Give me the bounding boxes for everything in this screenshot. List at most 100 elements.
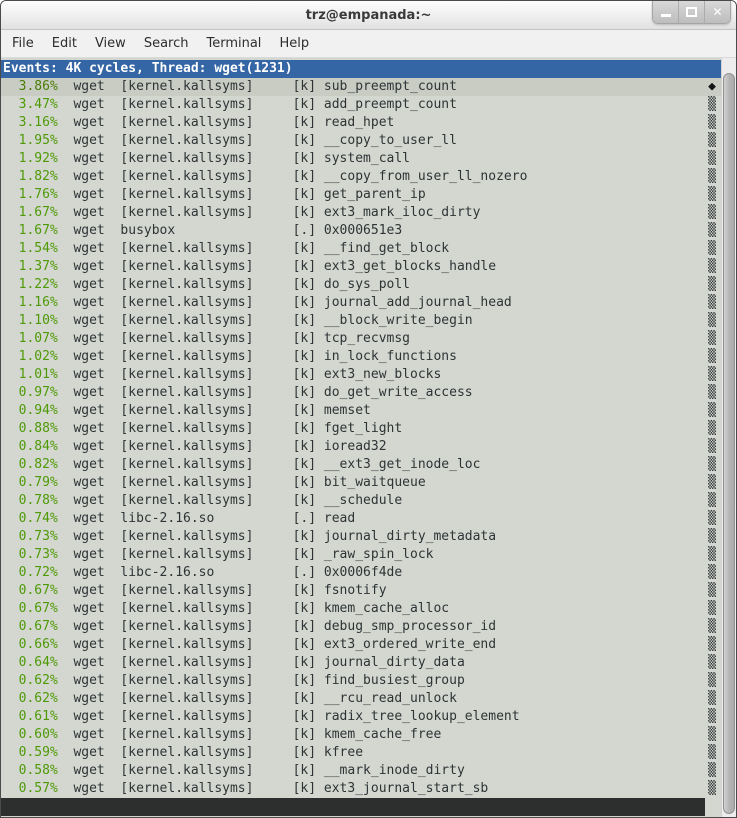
perf-row[interactable]: 0.62% wget [kernel.kallsyms] [k] __rcu_r… — [1, 690, 721, 708]
text-scrollbar-block-icon: ▒ — [708, 222, 716, 240]
row-text: wget [kernel.kallsyms] [k] fsnotify — [58, 583, 387, 598]
row-text: wget [kernel.kallsyms] [k] __rcu_read_un… — [58, 691, 457, 706]
text-scrollbar-block-icon: ▒ — [708, 456, 716, 474]
perf-row[interactable]: 0.67% wget [kernel.kallsyms] [k] kmem_ca… — [1, 600, 721, 618]
perf-row[interactable]: 0.60% wget [kernel.kallsyms] [k] kmem_ca… — [1, 726, 721, 744]
row-text: wget [kernel.kallsyms] [k] kmem_cache_al… — [58, 601, 449, 616]
scrollbar-thumb[interactable] — [723, 73, 735, 814]
text-scrollbar-block-icon: ▒ — [708, 654, 716, 672]
menu-terminal[interactable]: Terminal — [197, 32, 270, 55]
overhead-percent: 0.73% — [3, 529, 58, 544]
terminal-viewport: Events: 4K cycles, Thread: wget(1231) 3.… — [1, 58, 736, 818]
perf-row[interactable]: 0.58% wget [kernel.kallsyms] [k] __mark_… — [1, 762, 721, 780]
row-text: wget [kernel.kallsyms] [k] do_sys_poll — [58, 277, 410, 292]
text-scrollbar-block-icon: ▒ — [708, 474, 716, 492]
row-text: wget [kernel.kallsyms] [k] ext3_get_bloc… — [58, 259, 496, 274]
perf-row[interactable]: 0.73% wget [kernel.kallsyms] [k] journal… — [1, 528, 721, 546]
perf-row[interactable]: 0.61% wget [kernel.kallsyms] [k] radix_t… — [1, 708, 721, 726]
row-text: wget busybox [.] 0x000651e3 — [58, 223, 402, 238]
text-scrollbar-block-icon: ▒ — [708, 96, 716, 114]
row-text: wget [kernel.kallsyms] [k] radix_tree_lo… — [58, 709, 520, 724]
menubar: File Edit View Search Terminal Help — [1, 30, 736, 58]
overhead-percent: 0.97% — [3, 385, 58, 400]
perf-row[interactable]: 1.92% wget [kernel.kallsyms] [k] system_… — [1, 150, 721, 168]
text-scrollbar-block-icon: ▒ — [708, 348, 716, 366]
row-text: wget [kernel.kallsyms] [k] journal_add_j… — [58, 295, 512, 310]
perf-row[interactable]: 0.64% wget [kernel.kallsyms] [k] journal… — [1, 654, 721, 672]
overhead-percent: 0.66% — [3, 637, 58, 652]
perf-row[interactable]: 0.94% wget [kernel.kallsyms] [k] memset ▒ — [1, 402, 721, 420]
text-scrollbar-block-icon: ▒ — [708, 258, 716, 276]
row-text: wget [kernel.kallsyms] [k] ioread32 — [58, 439, 387, 454]
perf-row[interactable]: 0.67% wget [kernel.kallsyms] [k] debug_s… — [1, 618, 721, 636]
perf-row[interactable]: 1.16% wget [kernel.kallsyms] [k] journal… — [1, 294, 721, 312]
perf-row[interactable]: 1.82% wget [kernel.kallsyms] [k] __copy_… — [1, 168, 721, 186]
row-text: wget [kernel.kallsyms] [k] kmem_cache_fr… — [58, 727, 442, 742]
perf-row[interactable]: 1.10% wget [kernel.kallsyms] [k] __block… — [1, 312, 721, 330]
perf-row[interactable]: 1.54% wget [kernel.kallsyms] [k] __find_… — [1, 240, 721, 258]
menu-search[interactable]: Search — [135, 32, 198, 55]
perf-row[interactable]: 1.67% wget [kernel.kallsyms] [k] ext3_ma… — [1, 204, 721, 222]
perf-row[interactable]: 1.07% wget [kernel.kallsyms] [k] tcp_rec… — [1, 330, 721, 348]
perf-row[interactable]: 0.73% wget [kernel.kallsyms] [k] _raw_sp… — [1, 546, 721, 564]
perf-row[interactable]: 0.82% wget [kernel.kallsyms] [k] __ext3_… — [1, 456, 721, 474]
menu-edit[interactable]: Edit — [43, 32, 86, 55]
perf-row[interactable]: 0.59% wget [kernel.kallsyms] [k] kfree▒ — [1, 744, 721, 762]
perf-row[interactable]: 3.47% wget [kernel.kallsyms] [k] add_pre… — [1, 96, 721, 114]
perf-row[interactable]: 3.86% wget [kernel.kallsyms] [k] sub_pre… — [1, 78, 721, 96]
text-scrollbar-block-icon: ▒ — [708, 582, 716, 600]
perf-row[interactable]: 0.78% wget [kernel.kallsyms] [k] __sched… — [1, 492, 721, 510]
text-scrollbar-block-icon: ▒ — [708, 384, 716, 402]
titlebar[interactable]: trz@empanada:~ ✕ — [1, 1, 736, 30]
row-text: wget [kernel.kallsyms] [k] __schedule — [58, 493, 402, 508]
text-scrollbar-block-icon: ▒ — [708, 744, 716, 762]
minimize-button[interactable] — [653, 1, 678, 23]
perf-output[interactable]: Events: 4K cycles, Thread: wget(1231) 3.… — [1, 58, 721, 818]
close-button[interactable]: ✕ — [704, 1, 730, 23]
overhead-percent: 1.76% — [3, 187, 58, 202]
perf-row[interactable]: 1.67% wget busybox [.] 0x000651e3▒ — [1, 222, 721, 240]
row-text: wget [kernel.kallsyms] [k] memset — [58, 403, 371, 418]
perf-row[interactable]: 0.74% wget libc-2.16.so [.] read▒ — [1, 510, 721, 528]
maximize-button[interactable] — [678, 1, 704, 23]
overhead-percent: 0.94% — [3, 403, 58, 418]
row-text: wget [kernel.kallsyms] [k] __ext3_get_in… — [58, 457, 481, 472]
perf-row[interactable]: 0.66% wget [kernel.kallsyms] [k] ext3_or… — [1, 636, 721, 654]
perf-row[interactable]: 1.37% wget [kernel.kallsyms] [k] ext3_ge… — [1, 258, 721, 276]
text-scrollbar-block-icon: ▒ — [708, 690, 716, 708]
scrollbar[interactable] — [721, 58, 736, 818]
overhead-percent: 1.02% — [3, 349, 58, 364]
text-scrollbar-block-icon: ▒ — [708, 402, 716, 420]
text-scrollbar-block-icon: ▒ — [708, 510, 716, 528]
perf-row[interactable]: 0.84% wget [kernel.kallsyms] [k] ioread3… — [1, 438, 721, 456]
overhead-percent: 0.67% — [3, 583, 58, 598]
overhead-percent: 1.95% — [3, 133, 58, 148]
perf-row[interactable]: 1.22% wget [kernel.kallsyms] [k] do_sys_… — [1, 276, 721, 294]
overhead-percent: 1.22% — [3, 277, 58, 292]
row-text: wget [kernel.kallsyms] [k] __copy_to_use… — [58, 133, 457, 148]
perf-row[interactable]: 0.88% wget [kernel.kallsyms] [k] fget_li… — [1, 420, 721, 438]
text-scrollbar-block-icon: ▒ — [708, 294, 716, 312]
menu-view[interactable]: View — [86, 32, 135, 55]
menu-help[interactable]: Help — [270, 32, 318, 55]
perf-row[interactable]: 1.01% wget [kernel.kallsyms] [k] ext3_ne… — [1, 366, 721, 384]
perf-row[interactable]: 1.95% wget [kernel.kallsyms] [k] __copy_… — [1, 132, 721, 150]
perf-row[interactable]: 0.79% wget [kernel.kallsyms] [k] bit_wai… — [1, 474, 721, 492]
text-scrollbar-block-icon: ▒ — [708, 708, 716, 726]
perf-row[interactable]: 0.72% wget libc-2.16.so [.] 0x0006f4de▒ — [1, 564, 721, 582]
perf-row[interactable]: 1.02% wget [kernel.kallsyms] [k] in_lock… — [1, 348, 721, 366]
perf-row[interactable]: 1.76% wget [kernel.kallsyms] [k] get_par… — [1, 186, 721, 204]
window-controls: ✕ — [652, 1, 731, 24]
menu-file[interactable]: File — [3, 32, 43, 55]
perf-row[interactable]: 0.67% wget [kernel.kallsyms] [k] fsnotif… — [1, 582, 721, 600]
overhead-percent: 0.67% — [3, 601, 58, 616]
perf-row[interactable]: 3.16% wget [kernel.kallsyms] [k] read_hp… — [1, 114, 721, 132]
perf-row[interactable]: 0.97% wget [kernel.kallsyms] [k] do_get_… — [1, 384, 721, 402]
text-scrollbar-block-icon: ▒ — [708, 150, 716, 168]
row-text: wget [kernel.kallsyms] [k] do_get_write_… — [58, 385, 473, 400]
row-text: wget [kernel.kallsyms] [k] bit_waitqueue — [58, 475, 426, 490]
perf-row[interactable]: 0.62% wget [kernel.kallsyms] [k] find_bu… — [1, 672, 721, 690]
overhead-percent: 0.59% — [3, 745, 58, 760]
perf-row[interactable]: 0.57% wget [kernel.kallsyms] [k] ext3_jo… — [1, 780, 721, 798]
overhead-percent: 0.84% — [3, 439, 58, 454]
